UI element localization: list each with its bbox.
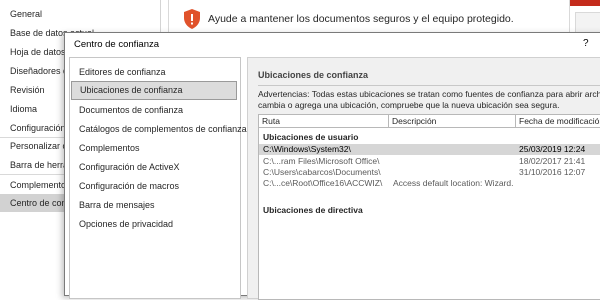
column-header-path[interactable]: Ruta	[259, 115, 389, 128]
nav-trusted-locations[interactable]: Ubicaciones de confianza	[71, 81, 237, 100]
group-user-locations: Ubicaciones de usuario	[263, 132, 359, 142]
cell-path: C:\...ram Files\Microsoft Office\	[263, 156, 380, 166]
sidebar-item-datasheet[interactable]: Hoja de datos	[10, 47, 66, 57]
cell-date: 25/03/2019 12:24	[519, 144, 586, 154]
shield-icon	[184, 9, 200, 29]
cell-date: 18/02/2017 21:41	[519, 156, 586, 166]
trust-center-dialog: Centro de confianza ? Editores de confia…	[64, 32, 600, 300]
trust-center-nav: Editores de confianza Ubicaciones de con…	[69, 57, 247, 299]
sidebar-item-language[interactable]: Idioma	[10, 104, 37, 114]
column-header-description[interactable]: Descripción	[389, 115, 516, 128]
cell-path: C:\Windows\System32\	[263, 144, 351, 154]
window-close-fragment[interactable]	[570, 0, 600, 6]
sidebar-item-add-ins[interactable]: Complementos	[10, 180, 71, 190]
nav-activex-settings[interactable]: Configuración de ActiveX	[71, 158, 237, 177]
nav-trusted-addin-catalogs[interactable]: Catálogos de complementos de confianza	[71, 120, 247, 139]
sidebar-item-general[interactable]: General	[10, 9, 42, 19]
help-button[interactable]: ?	[583, 38, 589, 49]
trusted-locations-panel: Ubicaciones de confianza Advertencias: T…	[247, 57, 600, 300]
nav-trusted-documents[interactable]: Documentos de confianza	[71, 101, 237, 120]
nav-add-ins[interactable]: Complementos	[71, 139, 237, 158]
nav-macro-settings[interactable]: Configuración de macros	[71, 177, 237, 196]
group-policy-locations: Ubicaciones de directiva	[263, 205, 363, 215]
nav-message-bar[interactable]: Barra de mensajes	[71, 196, 237, 215]
cell-date: 31/10/2016 12:07	[519, 167, 586, 177]
table-row[interactable]: C:\Windows\System32\ 25/03/2019 12:24	[259, 144, 600, 155]
nav-trusted-publishers[interactable]: Editores de confianza	[71, 63, 237, 82]
trusted-locations-table: Ruta Descripción Fecha de modificación U…	[258, 114, 600, 300]
dialog-title: Centro de confianza	[74, 39, 160, 50]
sidebar-item-proofing[interactable]: Revisión	[10, 85, 45, 95]
cell-description: Access default location: Wizard...	[393, 178, 514, 188]
warning-line: Advertencias: Todas estas ubicaciones se…	[258, 89, 600, 99]
table-row[interactable]: C:\...ce\Root\Office16\ACCWIZ\ Access de…	[259, 178, 600, 189]
section-title: Ubicaciones de confianza	[258, 70, 369, 80]
nav-privacy-options[interactable]: Opciones de privacidad	[71, 215, 237, 234]
table-row[interactable]: C:\Users\cabarcos\Documents\ 31/10/2016 …	[259, 167, 600, 178]
warning-line: cambia o agrega una ubicación, compruebe…	[258, 99, 560, 110]
column-header-date-modified[interactable]: Fecha de modificación	[516, 115, 600, 128]
table-row[interactable]: C:\...ram Files\Microsoft Office\ 18/02/…	[259, 156, 600, 167]
cell-path: C:\Users\cabarcos\Documents\	[263, 167, 381, 177]
warning-text: Advertencias: Todas estas ubicaciones se…	[258, 89, 600, 110]
cell-path: C:\...ce\Root\Office16\ACCWIZ\	[263, 178, 383, 188]
section-divider	[258, 85, 600, 86]
security-banner-text: Ayude a mantener los documentos seguros …	[208, 13, 514, 25]
